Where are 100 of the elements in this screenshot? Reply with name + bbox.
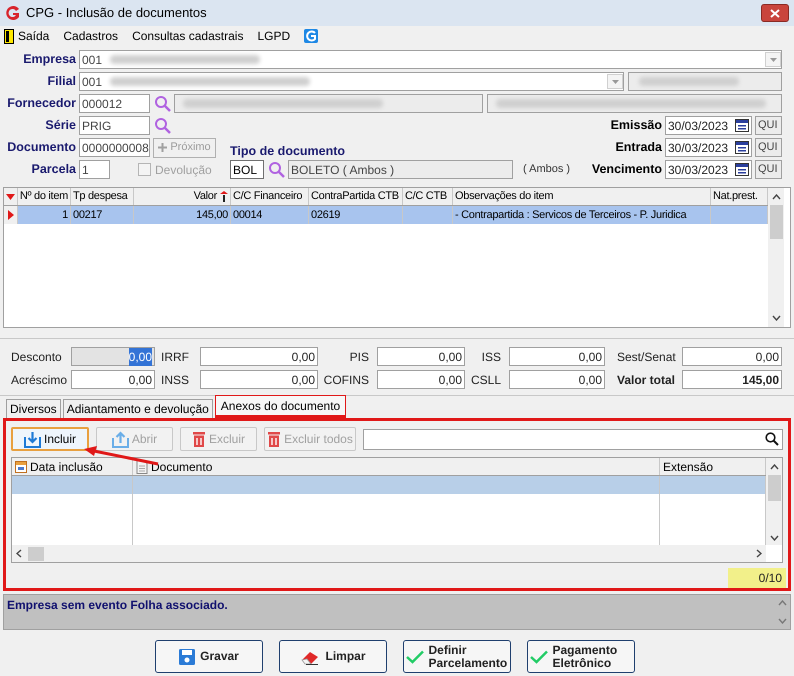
input-field[interactable]: 0,00 bbox=[682, 347, 782, 366]
window-title: CPG - Inclusão de documentos bbox=[26, 4, 207, 22]
calendar-icon[interactable] bbox=[735, 119, 749, 132]
field-label: CSLL bbox=[470, 372, 502, 388]
search-field[interactable] bbox=[363, 428, 783, 450]
download-icon[interactable] bbox=[24, 430, 41, 448]
close-button[interactable] bbox=[761, 4, 789, 22]
column-header[interactable]: C/C CTB bbox=[403, 188, 453, 205]
table-cell: 00217 bbox=[71, 206, 134, 224]
chevron-left-icon[interactable] bbox=[16, 549, 22, 558]
input-field[interactable]: 0000000008 bbox=[79, 138, 150, 157]
calendar-icon[interactable] bbox=[735, 163, 749, 176]
input-field[interactable]: 0,00 bbox=[200, 347, 318, 366]
record-counter: 0/10 bbox=[728, 568, 786, 588]
menu-item[interactable]: LGPD bbox=[257, 27, 290, 45]
field-label: Emissão bbox=[610, 117, 662, 134]
scrollbar-thumb[interactable] bbox=[770, 205, 782, 239]
checkbox-label: Devolução bbox=[155, 162, 212, 178]
column-header[interactable]: Documento bbox=[133, 458, 660, 475]
readonly-field[interactable]: BOLETO ( Ambos ) bbox=[288, 160, 513, 179]
dropdown-arrow-icon[interactable] bbox=[6, 194, 15, 200]
caret-icon[interactable] bbox=[770, 58, 776, 62]
date-field[interactable]: 30/03/2023 bbox=[665, 160, 752, 179]
chevron-right-icon[interactable] bbox=[756, 549, 762, 558]
scrollbar-thumb[interactable] bbox=[28, 546, 44, 560]
row-pointer-icon bbox=[8, 210, 14, 220]
action-button[interactable]: Limpar bbox=[279, 640, 387, 673]
plus-icon bbox=[158, 143, 168, 152]
weekday-field[interactable]: QUI bbox=[755, 116, 782, 135]
column-header[interactable]: Nº do item bbox=[18, 188, 71, 205]
input-field[interactable]: 0,00 bbox=[377, 370, 465, 389]
tab[interactable]: Anexos do documento bbox=[214, 395, 346, 418]
action-button[interactable]: Gravar bbox=[155, 640, 263, 673]
input-field[interactable]: 0,00 bbox=[509, 370, 605, 389]
input-field[interactable]: PRIG bbox=[79, 116, 150, 135]
close-icon[interactable] bbox=[770, 8, 780, 18]
input-field[interactable]: 0,00 bbox=[377, 347, 465, 366]
field-label: Série bbox=[44, 117, 76, 134]
input-field[interactable]: 000012 bbox=[79, 94, 150, 113]
dropdown-button[interactable] bbox=[607, 74, 623, 89]
app-logo-icon bbox=[5, 5, 21, 21]
column-header[interactable]: Observações do item bbox=[453, 188, 711, 205]
column-header[interactable]: Data inclusão bbox=[12, 458, 133, 475]
column-header[interactable]: C/C Financeiro bbox=[231, 188, 309, 205]
column-header[interactable]: Tp despesa bbox=[71, 188, 134, 205]
horizontal-scrollbar[interactable] bbox=[12, 545, 766, 562]
input-field[interactable]: 0,00 bbox=[71, 370, 155, 389]
input-field[interactable]: BOL bbox=[230, 160, 264, 179]
table-cell: 00014 bbox=[231, 206, 309, 224]
tab[interactable]: Adiantamento e devolução bbox=[62, 399, 213, 418]
app-logo-icon[interactable] bbox=[304, 29, 318, 43]
chevron-up-icon[interactable] bbox=[770, 464, 778, 470]
date-field[interactable]: 30/03/2023 bbox=[665, 116, 752, 135]
vertical-scrollbar[interactable] bbox=[768, 188, 784, 327]
field-label: COFINS bbox=[322, 372, 370, 388]
weekday-field[interactable]: QUI bbox=[755, 138, 782, 157]
input-field[interactable]: 145,00 bbox=[682, 370, 782, 389]
search-icon[interactable] bbox=[765, 432, 779, 446]
select-field[interactable]: 001 bbox=[79, 72, 624, 91]
weekday-field[interactable]: QUI bbox=[755, 160, 782, 179]
table-row[interactable]: 1 00217 145,00 00014 02619 - Contrapartida : Servicos de Terceiros - P. Juridica bbox=[4, 206, 768, 224]
section-label: Tipo de documento bbox=[230, 143, 346, 160]
select-field[interactable]: 001 bbox=[79, 50, 782, 69]
input-field[interactable]: 1 bbox=[79, 160, 110, 179]
check-icon[interactable] bbox=[406, 650, 424, 664]
input-field[interactable]: 0,00 bbox=[200, 370, 318, 389]
table-cell: - Contrapartida : Servicos de Terceiros - P. Juridica bbox=[453, 206, 711, 224]
field-label: Documento bbox=[6, 139, 76, 156]
exit-door-icon[interactable] bbox=[4, 28, 14, 44]
vertical-scrollbar[interactable] bbox=[766, 458, 782, 545]
field-label: ISS bbox=[480, 348, 502, 366]
chevron-down-icon[interactable] bbox=[772, 315, 780, 321]
column-header[interactable]: ContraPartida CTB bbox=[309, 188, 403, 205]
tab[interactable]: Diversos bbox=[6, 399, 61, 418]
table-cell: 1 bbox=[18, 206, 71, 224]
table-cell: 145,00 bbox=[134, 206, 231, 224]
input-field[interactable]: 0,00 bbox=[509, 347, 605, 366]
column-header[interactable]: Valor bbox=[134, 188, 231, 205]
menu-item[interactable]: Consultas cadastrais bbox=[132, 27, 244, 45]
field-label: Desconto bbox=[10, 348, 63, 366]
menu-item[interactable]: Saída bbox=[18, 27, 50, 45]
scrollbar-thumb[interactable] bbox=[768, 475, 780, 501]
field-label: Vencimento bbox=[592, 161, 662, 178]
field-label: Acréscimo bbox=[10, 372, 68, 388]
field-label: INSS bbox=[160, 372, 190, 388]
field-label: Filial bbox=[46, 73, 76, 90]
action-button[interactable]: Definir Parcelamento bbox=[403, 640, 511, 673]
chevron-up-icon[interactable] bbox=[772, 194, 780, 200]
field-label: Parcela bbox=[30, 161, 76, 178]
caret-icon[interactable] bbox=[612, 80, 618, 84]
action-button[interactable]: Pagamento Eletrônico bbox=[527, 640, 635, 673]
dropdown-button[interactable] bbox=[765, 52, 781, 67]
calendar-icon[interactable] bbox=[735, 141, 749, 154]
check-icon[interactable] bbox=[530, 650, 548, 664]
field-label: Valor total bbox=[616, 372, 676, 388]
type-note: ( Ambos ) bbox=[523, 162, 570, 178]
chevron-down-icon[interactable] bbox=[770, 535, 778, 541]
date-field[interactable]: 30/03/2023 bbox=[665, 138, 752, 157]
toolbar-button[interactable]: Incluir bbox=[11, 427, 89, 451]
menu-item[interactable]: Cadastros bbox=[63, 27, 118, 45]
